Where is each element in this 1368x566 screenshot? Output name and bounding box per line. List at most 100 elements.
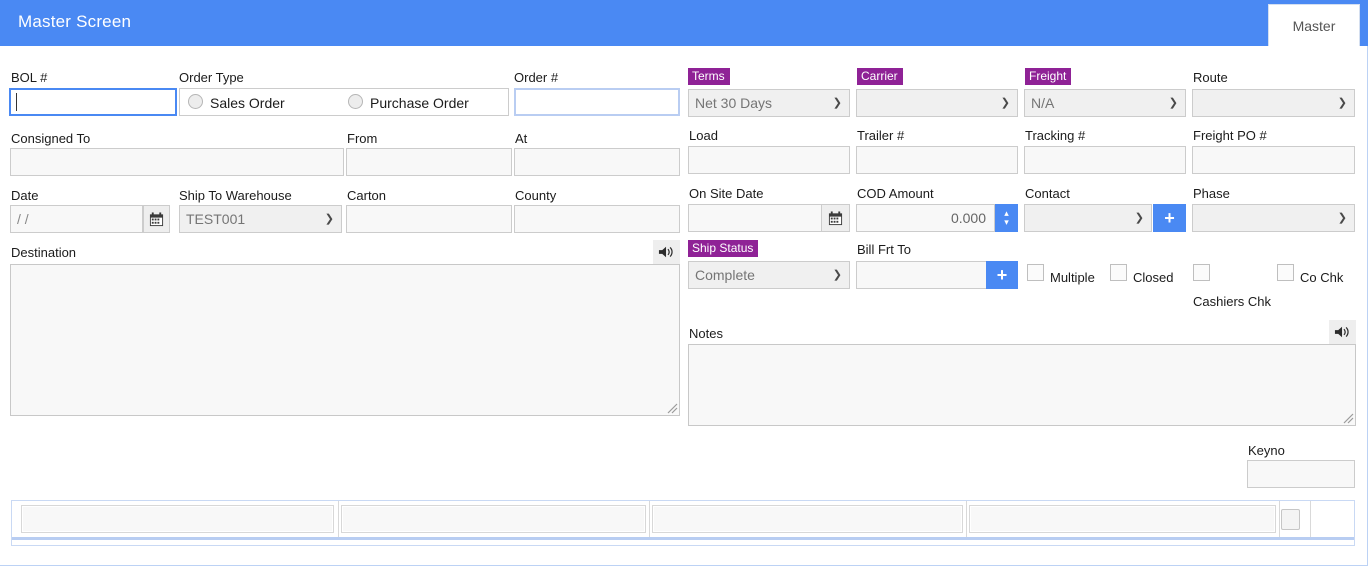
cod-amount-input[interactable]: 0.000 — [856, 204, 995, 232]
keyno-label: Keyno — [1248, 443, 1285, 458]
bill-frt-to-label: Bill Frt To — [857, 242, 911, 257]
title-bar: Master Screen Master — [0, 0, 1368, 46]
speaker-icon-destination[interactable] — [653, 240, 680, 264]
radio-purchase-order-label[interactable]: Purchase Order — [370, 95, 469, 111]
bol-label: BOL # — [11, 70, 48, 85]
terms-label: Terms — [688, 68, 730, 85]
plus-icon: + — [996, 265, 1008, 285]
notes-textarea[interactable] — [688, 344, 1356, 426]
chevron-down-icon: ❯ — [832, 97, 842, 109]
route-select[interactable]: ❯ — [1192, 89, 1355, 117]
ship-to-warehouse-label: Ship To Warehouse — [179, 188, 292, 203]
freight-po-input[interactable] — [1192, 146, 1355, 174]
calendar-icon-on-site-date[interactable] — [821, 204, 850, 232]
checkbox-co-chk[interactable] — [1277, 264, 1294, 281]
checkbox-cashiers-chk[interactable] — [1193, 264, 1210, 281]
on-site-date-label: On Site Date — [689, 186, 764, 201]
speaker-icon-notes[interactable] — [1329, 320, 1356, 344]
text-cursor — [16, 93, 17, 111]
chevron-down-icon: ❯ — [1337, 97, 1347, 109]
bol-input[interactable] — [9, 88, 177, 116]
ship-to-warehouse-value: TEST001 — [186, 211, 246, 227]
bottom-cell-2[interactable] — [341, 505, 646, 533]
calendar-icon — [149, 211, 164, 226]
checkbox-co-chk-label[interactable]: Co Chk — [1300, 270, 1343, 285]
cod-amount-stepper[interactable]: ▴ ▾ — [995, 204, 1018, 232]
master-screen-window: Master Screen Master BOL # Order Type Sa… — [0, 0, 1368, 566]
on-site-date-input[interactable] — [688, 204, 823, 232]
order-type-label: Order Type — [179, 70, 244, 85]
bottom-cell-4[interactable] — [969, 505, 1276, 533]
speaker-icon — [1334, 326, 1349, 338]
page-title: Master Screen — [18, 12, 132, 31]
chevron-down-icon: ❯ — [1337, 212, 1347, 224]
checkbox-multiple[interactable] — [1027, 264, 1044, 281]
carton-input[interactable] — [346, 205, 512, 233]
carrier-select[interactable]: ❯ — [856, 89, 1018, 117]
tab-master[interactable]: Master — [1268, 4, 1360, 46]
plus-icon: + — [1164, 208, 1175, 228]
consigned-to-input[interactable] — [10, 148, 344, 176]
load-input[interactable] — [688, 146, 850, 174]
at-label: At — [515, 131, 528, 146]
notes-label: Notes — [689, 326, 723, 341]
terms-value: Net 30 Days — [695, 95, 773, 111]
checkbox-cashiers-chk-label[interactable]: Cashiers Chk — [1193, 294, 1271, 309]
at-input[interactable] — [514, 148, 680, 176]
bottom-separator-2 — [649, 501, 650, 537]
phase-select[interactable]: ❯ — [1192, 204, 1355, 232]
tab-strip: Master — [1268, 4, 1360, 46]
date-input[interactable]: / / — [10, 205, 143, 233]
terms-select[interactable]: Net 30 Days ❯ — [688, 89, 850, 117]
chevron-down-icon: ❯ — [324, 213, 334, 225]
carrier-label: Carrier — [857, 68, 903, 85]
consigned-to-label: Consigned To — [11, 131, 91, 146]
carton-label: Carton — [347, 188, 387, 203]
freight-value: N/A — [1031, 95, 1055, 111]
from-input[interactable] — [346, 148, 512, 176]
radio-purchase-order[interactable] — [348, 94, 363, 109]
bottom-separator-3 — [966, 501, 967, 537]
order-no-label: Order # — [514, 70, 559, 85]
freight-po-label: Freight PO # — [1193, 128, 1267, 143]
bottom-separator-4 — [1279, 501, 1280, 537]
chevron-down-icon: ❯ — [832, 269, 842, 281]
tracking-label: Tracking # — [1025, 128, 1086, 143]
contact-select[interactable]: ❯ — [1024, 204, 1152, 232]
checkbox-closed-label[interactable]: Closed — [1133, 270, 1173, 285]
speaker-icon — [658, 246, 673, 258]
tracking-input[interactable] — [1024, 146, 1186, 174]
ship-status-select[interactable]: Complete ❯ — [688, 261, 850, 289]
chevron-down-icon: ❯ — [1000, 97, 1010, 109]
freight-label: Freight — [1025, 68, 1072, 85]
radio-sales-order-label[interactable]: Sales Order — [210, 95, 285, 111]
freight-select[interactable]: N/A ❯ — [1024, 89, 1186, 117]
stepper-down-icon[interactable]: ▾ — [1004, 218, 1009, 227]
cod-amount-value: 0.000 — [950, 210, 986, 226]
add-bill-frt-to-button[interactable]: + — [986, 261, 1018, 289]
bottom-cell-1[interactable] — [21, 505, 334, 533]
date-label: Date — [11, 188, 39, 203]
checkbox-multiple-label[interactable]: Multiple — [1050, 270, 1095, 285]
trailer-input[interactable] — [856, 146, 1018, 174]
checkbox-closed[interactable] — [1110, 264, 1127, 281]
route-label: Route — [1193, 70, 1228, 85]
destination-textarea[interactable] — [10, 264, 680, 416]
load-label: Load — [689, 128, 718, 143]
radio-sales-order[interactable] — [188, 94, 203, 109]
from-label: From — [347, 131, 378, 146]
contact-label: Contact — [1025, 186, 1070, 201]
bottom-separator-1 — [338, 501, 339, 537]
ship-to-warehouse-select[interactable]: TEST001 ❯ — [179, 205, 342, 233]
bottom-checkbox[interactable] — [1281, 509, 1300, 530]
add-contact-button[interactable]: + — [1153, 204, 1186, 232]
bottom-cell-3[interactable] — [652, 505, 963, 533]
county-input[interactable] — [514, 205, 680, 233]
phase-label: Phase — [1193, 186, 1230, 201]
order-no-input[interactable] — [514, 88, 680, 116]
calendar-icon-date[interactable] — [143, 205, 170, 233]
keyno-input[interactable] — [1247, 460, 1355, 488]
bill-frt-to-input[interactable] — [856, 261, 987, 289]
chevron-down-icon: ❯ — [1134, 212, 1144, 224]
bottom-accent-strip — [12, 537, 1354, 540]
